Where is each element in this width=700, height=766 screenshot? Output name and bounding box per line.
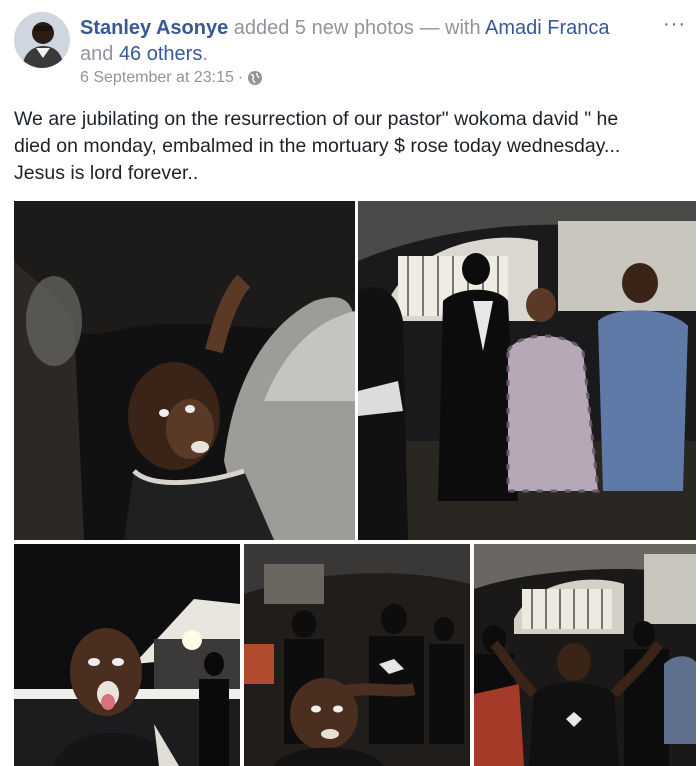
photo-3[interactable] (14, 544, 240, 766)
author-name-link[interactable]: Stanley Asonye (80, 17, 228, 39)
photo-2[interactable] (358, 201, 696, 540)
action-text: added 5 new photos — with (228, 17, 486, 39)
tagged-person-link[interactable]: Amadi Franca (485, 17, 610, 39)
and-text: and (80, 43, 119, 65)
photo-crowd-dancing (474, 544, 696, 766)
photo-selfie-car (14, 201, 355, 540)
photo-selfie-crowd (244, 544, 470, 766)
avatar-image (14, 12, 70, 68)
photo-5[interactable] (474, 544, 696, 766)
author-avatar[interactable] (14, 12, 70, 68)
tagged-others-link[interactable]: 46 others (119, 43, 202, 65)
period-text: . (202, 43, 208, 65)
meta-separator: · (237, 69, 244, 86)
more-options-icon[interactable]: ··· (663, 14, 686, 34)
post-header: Stanley Asonye added 5 new photos — with… (80, 15, 640, 67)
photo-1[interactable] (14, 201, 355, 540)
globe-icon[interactable] (247, 70, 263, 86)
photo-crowd-gate (358, 201, 696, 540)
post-message: We are jubilating on the resurrection of… (14, 108, 621, 184)
photo-4[interactable] (244, 544, 470, 766)
facebook-post: Stanley Asonye added 5 new photos — with… (0, 0, 700, 766)
photo-selfie-tongue (14, 544, 240, 766)
timestamp-link[interactable]: 6 September at 23:15 (80, 69, 234, 87)
post-meta: 6 September at 23:15 · (80, 69, 263, 87)
